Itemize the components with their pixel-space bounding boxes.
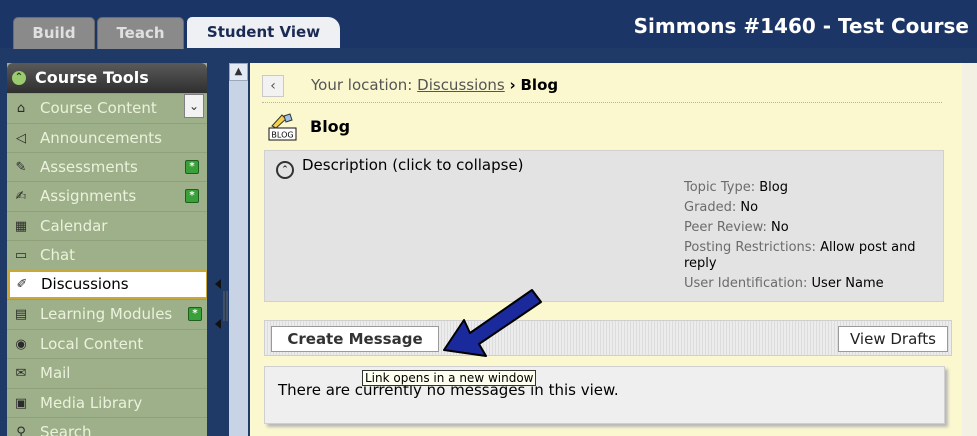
sidebar-item-label: Mail — [40, 364, 71, 382]
sidebar-scrollbar[interactable] — [229, 63, 248, 436]
view-drafts-button[interactable]: View Drafts — [838, 326, 948, 352]
breadcrumb: Your location: Discussions › Blog — [311, 76, 558, 94]
description-toggle[interactable]: ⌃ Description (click to collapse) — [276, 156, 524, 179]
sidebar-item-calendar[interactable]: ▦ Calendar — [7, 211, 207, 241]
content-scrollbar[interactable] — [962, 63, 977, 436]
back-button[interactable]: ‹ — [262, 75, 284, 97]
home-icon: ⌂ — [16, 101, 26, 116]
sidebar-item-label: Assignments — [40, 187, 137, 205]
sidebar-resize-handle-icon[interactable] — [209, 275, 229, 335]
tab-student-view[interactable]: Student View — [187, 17, 340, 48]
course-title: Simmons #1460 - Test Course — [633, 14, 969, 38]
new-item-badge-icon: * — [185, 160, 199, 174]
assignment-icon: ✍ — [15, 189, 27, 204]
sidebar-item-label: Announcements — [40, 129, 162, 147]
sidebar-item-chat[interactable]: ▭ Chat — [7, 240, 207, 270]
sidebar-item-discussions[interactable]: ✐ Discussions — [8, 270, 207, 299]
sidebar-item-label: Local Content — [40, 335, 144, 353]
meta-key: Graded: — [684, 200, 737, 215]
annotation-arrow-icon — [443, 289, 542, 357]
sidebar-item-assignments[interactable]: ✍ Assignments * — [7, 181, 207, 211]
new-item-badge-icon: * — [188, 307, 202, 321]
discussion-icon: ✐ — [16, 277, 28, 292]
megaphone-icon: ◁ — [16, 131, 26, 146]
page-title: Blog — [310, 117, 351, 136]
meta-graded: Graded: No — [684, 200, 758, 216]
meta-key: Posting Restrictions: — [684, 240, 816, 255]
meta-topic-type: Topic Type: Blog — [684, 180, 788, 196]
meta-peer-review: Peer Review: No — [684, 220, 789, 236]
sidebar-item-mail[interactable]: ✉ Mail — [7, 358, 207, 388]
meta-key: Peer Review: — [684, 220, 767, 235]
blog-icon: BLOG — [268, 113, 297, 141]
sidebar-item-label: Calendar — [40, 217, 108, 235]
sidebar-title: Course Tools — [35, 68, 149, 87]
sidebar-item-media-library[interactable]: ▣ Media Library — [7, 388, 207, 418]
sidebar-item-label: Chat — [40, 246, 76, 264]
meta-value: No — [771, 220, 789, 235]
chat-icon: ▭ — [14, 248, 28, 263]
sidebar-item-label: Course Content — [40, 99, 157, 117]
sidebar-item-learning-modules[interactable]: ▤ Learning Modules * — [7, 299, 207, 329]
sidebar-item-announcements[interactable]: ◁ Announcements — [7, 123, 207, 153]
sidebar-item-label: Search — [40, 423, 92, 436]
sidebar-item-label: Learning Modules — [40, 305, 173, 323]
tab-build[interactable]: Build — [13, 17, 95, 49]
sidebar-item-label: Assessments — [40, 158, 138, 176]
breadcrumb-separator: › — [509, 76, 516, 94]
mail-icon: ✉ — [15, 366, 27, 381]
blog-icon-label: BLOG — [271, 131, 293, 140]
meta-value: User Name — [811, 276, 884, 291]
sidebar-item-assessments[interactable]: ✎ Assessments * — [7, 152, 207, 182]
description-toggle-label: Description (click to collapse) — [302, 156, 524, 174]
sidebar-item-label: Media Library — [40, 394, 143, 412]
new-item-badge-icon: * — [185, 189, 199, 203]
breadcrumb-prefix: Your location: — [311, 76, 413, 94]
collapse-circle-icon: ⌃ — [276, 161, 294, 179]
create-message-button[interactable]: Create Message — [271, 326, 439, 352]
tab-teach[interactable]: Teach — [97, 17, 184, 49]
media-icon: ▣ — [14, 396, 28, 411]
assessment-icon: ✎ — [15, 160, 27, 175]
breadcrumb-current: Blog — [520, 76, 559, 94]
meta-key: Topic Type: — [684, 180, 756, 195]
course-tools-sidebar: ⌃ Course Tools ⌂ Course Content ◁ Announ… — [7, 63, 207, 436]
meta-user-identification: User Identification: User Name — [684, 276, 884, 292]
sidebar-header[interactable]: ⌃ Course Tools — [7, 63, 207, 93]
collapse-chevron-icon[interactable]: ⌃ — [12, 71, 26, 85]
breadcrumb-link-discussions[interactable]: Discussions — [417, 76, 505, 94]
sidebar-item-label: Discussions — [41, 275, 129, 293]
sidebar-item-course-content[interactable]: ⌂ Course Content — [7, 93, 207, 123]
search-icon: ⚲ — [16, 425, 26, 436]
chevron-down-icon[interactable]: ⌄ — [184, 94, 204, 118]
local-content-icon: ◉ — [15, 337, 27, 352]
meta-posting-restrictions: Posting Restrictions: Allow post and rep… — [684, 240, 924, 272]
sidebar-item-search[interactable]: ⚲ Search — [7, 417, 207, 436]
meta-value: Blog — [759, 180, 788, 195]
tooltip: Link opens in a new window — [362, 370, 537, 386]
sidebar-item-local-content[interactable]: ◉ Local Content — [7, 329, 207, 359]
meta-key: User Identification: — [684, 276, 808, 291]
calendar-icon: ▦ — [14, 219, 28, 234]
meta-value: No — [740, 200, 759, 215]
modules-icon: ▤ — [14, 307, 28, 322]
scroll-up-icon[interactable]: ▲ — [229, 63, 248, 81]
